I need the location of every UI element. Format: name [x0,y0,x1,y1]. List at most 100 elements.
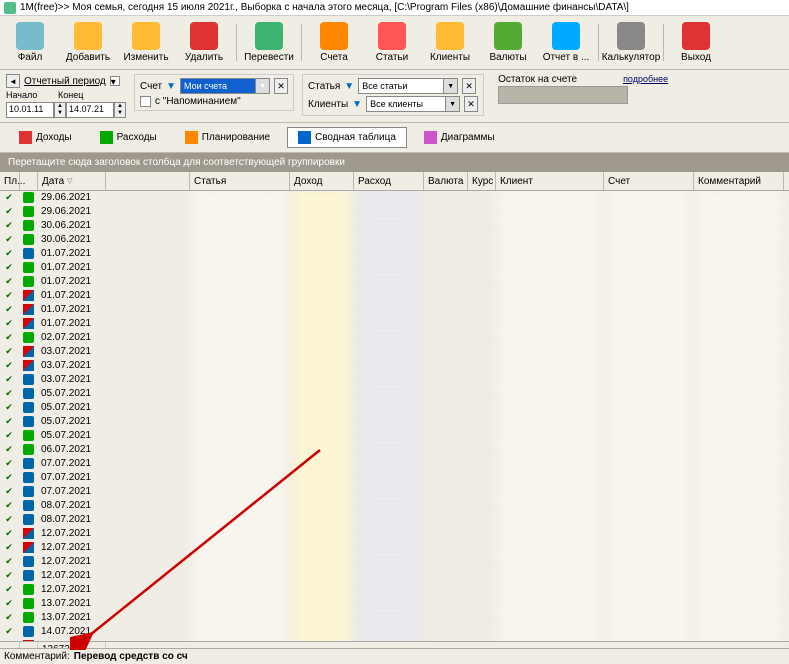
table-row[interactable]: ✔ 01.07.2021 [0,303,789,317]
table-row[interactable]: ✔ 03.07.2021 [0,345,789,359]
table-row[interactable]: ✔ 07.07.2021 [0,485,789,499]
date-cell: 07.07.2021 [38,471,106,485]
toolbar-articles-button[interactable]: Статьи [364,20,420,65]
status-label: Комментарий: [4,651,70,662]
column-header[interactable]: Пл... [0,172,20,190]
table-row[interactable]: ✔ 29.06.2021 [0,191,789,205]
account-combo[interactable]: Мои счета ▼ [180,78,270,94]
table-row[interactable]: ✔ 12.07.2021 [0,527,789,541]
table-row[interactable]: ✔ 05.07.2021 [0,415,789,429]
column-header[interactable] [106,172,190,190]
date-cell: 13.07.2021 [38,611,106,625]
column-header[interactable]: Валюта [424,172,468,190]
currencies-icon [494,22,522,50]
end-date-input[interactable]: 14.07.21 [66,102,114,118]
tab-income[interactable]: Доходы [8,127,83,148]
toolbar-clients-button[interactable]: Клиенты [422,20,478,65]
table-row[interactable]: ✔ 14.07.2021 [0,625,789,639]
table-row[interactable]: ✔ 07.07.2021 [0,457,789,471]
column-header[interactable] [20,172,38,190]
tab-expense[interactable]: Расходы [89,127,168,148]
table-row[interactable]: ✔ 06.07.2021 [0,443,789,457]
table-row[interactable]: ✔ 30.06.2021 [0,219,789,233]
toolbar-currencies-button[interactable]: Валюты [480,20,536,65]
table-row[interactable]: ✔ 01.07.2021 [0,275,789,289]
table-row[interactable]: ✔ 05.07.2021 [0,401,789,415]
table-row[interactable]: ✔ 01.07.2021 [0,317,789,331]
column-header[interactable]: Комментарий [694,172,784,190]
table-row[interactable]: ✔ 07.07.2021 [0,471,789,485]
table-row[interactable]: ✔ 03.07.2021 [0,373,789,387]
toolbar-accounts-button[interactable]: Счета [306,20,362,65]
toolbar-exit-button[interactable]: Выход [668,20,724,65]
clients-clear-button[interactable]: ✕ [464,96,478,112]
table-row[interactable]: ✔ 08.07.2021 [0,513,789,527]
tab-planning[interactable]: Планирование [174,127,281,148]
table-row[interactable]: ✔ 12.07.2021 [0,541,789,555]
table-row[interactable]: ✔ 08.07.2021 [0,499,789,513]
check-icon: ✔ [3,235,15,245]
check-icon: ✔ [3,543,15,553]
toolbar-report-button[interactable]: Отчет в ... [538,20,594,65]
date-cell: 01.07.2021 [38,289,106,303]
table-row[interactable]: ✔ 02.07.2021 [0,331,789,345]
grid-header: Пл... Дата▽ СтатьяДоходРасходВалютаКурсКли… [0,172,789,191]
toolbar-label: Статьи [376,52,408,63]
toolbar-calc-button[interactable]: Калькулятор [603,20,659,65]
table-row[interactable]: ✔ 01.07.2021 [0,289,789,303]
toolbar-add-button[interactable]: Добавить [60,20,116,65]
period-prev-button[interactable]: ◄ [6,74,20,88]
balance-value-box [498,86,628,104]
table-row[interactable]: ✔ 29.06.2021 [0,205,789,219]
table-row[interactable]: ✔ 01.07.2021 [0,247,789,261]
transfer-icon [23,640,34,641]
clients-combo[interactable]: Все клиенты ▼ [366,96,460,112]
group-by-prompt[interactable]: Перетащите сюда заголовок столбца для со… [0,153,789,172]
column-header[interactable]: Счет [604,172,694,190]
toolbar-edit-button[interactable]: Изменить [118,20,174,65]
tab-charts[interactable]: Диаграммы [413,127,506,148]
start-date-input[interactable]: 10.01.11 [6,102,54,118]
charts-icon [424,131,437,144]
chevron-down-icon[interactable]: ▼ [255,79,269,93]
table-row[interactable]: ✔ 03.07.2021 [0,359,789,373]
start-date-spinner[interactable]: ▲▼ [54,102,66,118]
date-cell: 05.07.2021 [38,401,106,415]
period-label[interactable]: Отчетный период [24,76,106,87]
table-row[interactable]: ✔ 12.07.2021 [0,555,789,569]
table-row[interactable]: ✔ 05.07.2021 [0,429,789,443]
table-row[interactable]: ✔ 01.07.2021 [0,261,789,275]
table-row[interactable]: ✔ 12.07.2021 [0,569,789,583]
toolbar-file-button[interactable]: Файл [2,20,58,65]
minus-icon [23,402,34,413]
table-row[interactable]: ✔ 05.07.2021 [0,387,789,401]
table-row[interactable]: ✔ 30.06.2021 [0,233,789,247]
account-clear-button[interactable]: ✕ [274,78,288,94]
grid-body[interactable]: ✔ 29.06.2021 ✔ 29.06.2021 ✔ [0,191,789,641]
column-header[interactable]: Доход [290,172,354,190]
date-cell: 08.07.2021 [38,513,106,527]
column-header[interactable]: Клиент [496,172,604,190]
check-icon: ✔ [3,431,15,441]
toolbar-delete-button[interactable]: Удалить [176,20,232,65]
article-combo[interactable]: Все статьи ▼ [358,78,458,94]
article-clear-button[interactable]: ✕ [462,78,476,94]
toolbar-transfer-button[interactable]: Перевести [241,20,297,65]
tab-pivot[interactable]: Сводная таблица [287,127,407,148]
column-header[interactable]: Курс [468,172,496,190]
table-row[interactable]: ✔ 13.07.2021 [0,597,789,611]
column-header[interactable]: Статья [190,172,290,190]
balance-more-link[interactable]: подробнее [623,74,668,85]
period-dropdown-icon[interactable]: ▾ [110,76,120,86]
end-date-spinner[interactable]: ▲▼ [114,102,126,118]
chevron-down-icon[interactable]: ▼ [445,97,459,111]
check-icon: ✔ [3,263,15,273]
column-header[interactable]: Расход [354,172,424,190]
column-header[interactable]: Дата▽ [38,172,106,190]
reminder-checkbox[interactable] [140,96,151,107]
table-row[interactable]: ✔ 13.07.2021 [0,611,789,625]
view-tabs: Доходы Расходы Планирование Сводная табл… [0,123,789,153]
chevron-down-icon[interactable]: ▼ [443,79,457,93]
table-row[interactable]: ✔ 12.07.2021 [0,583,789,597]
table-row[interactable]: ✔ 14.07.2021 [0,639,789,641]
